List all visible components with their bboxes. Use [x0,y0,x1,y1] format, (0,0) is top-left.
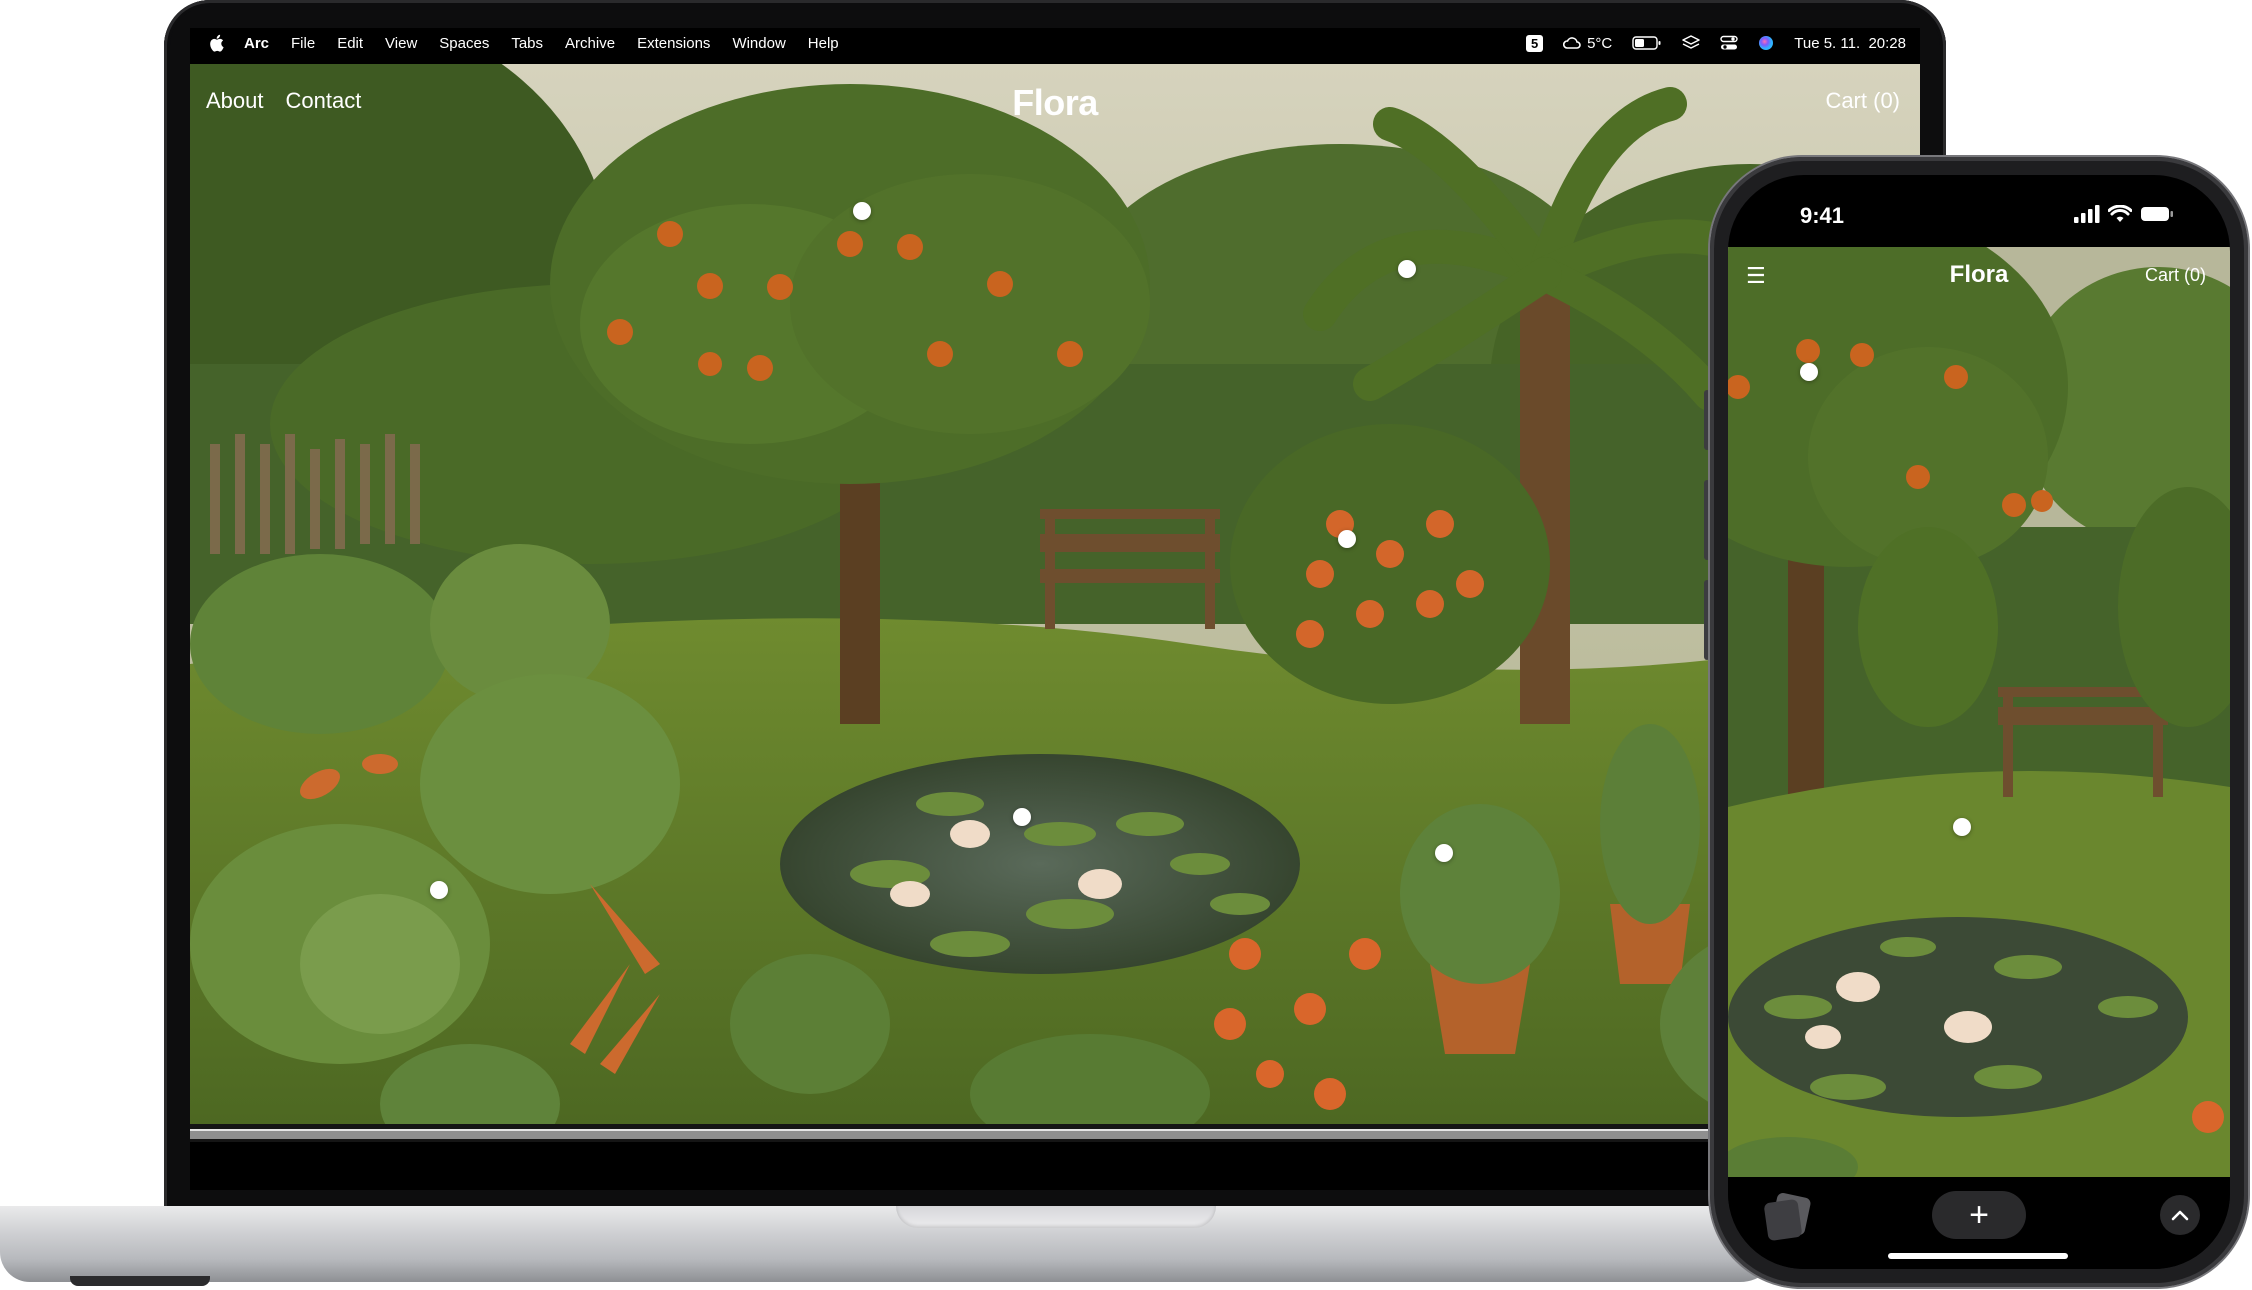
hotspot-palm[interactable] [1398,260,1416,278]
new-tab-button[interactable]: + [1932,1191,2026,1239]
phone-cart-link[interactable]: Cart (0) [2145,265,2206,286]
phone-hotspot-pond[interactable] [1953,818,1971,836]
chevron-up-icon[interactable] [2160,1195,2200,1235]
website-viewport: About Contact Flora Cart (0) [190,64,1920,1124]
control-center-icon[interactable] [1720,35,1738,51]
menu-archive[interactable]: Archive [565,35,615,52]
phone-frame: 9:41 ☰ Flora Cart (0) + [1710,157,2248,1287]
horizontal-scrollbar[interactable] [190,1124,1920,1142]
menu-file[interactable]: File [291,35,315,52]
clock[interactable]: Tue 5. 11. 20:28 [1794,35,1906,52]
hotspot-orange-tree[interactable] [853,202,871,220]
phone-status-bar: 9:41 [1728,175,2230,255]
weather-cloud-icon [1563,37,1581,49]
battery-icon [2141,207,2173,221]
menu-extensions[interactable]: Extensions [637,35,710,52]
siri-icon[interactable] [1758,35,1774,51]
phone-screen: 9:41 ☰ Flora Cart (0) + [1728,175,2230,1269]
laptop-base [0,1206,1780,1286]
dynamic-island [1914,197,2046,237]
hotspot-pond[interactable] [1013,808,1031,826]
phone-garden-illustration [1728,247,2230,1177]
menu-edit[interactable]: Edit [337,35,363,52]
laptop-screen: Arc File Edit View Spaces Tabs Archive E… [190,28,1920,1190]
hotspot-flower-bush[interactable] [1338,530,1356,548]
status-badge[interactable]: 5 [1526,34,1544,52]
phone-hotspot-orange-tree[interactable] [1800,363,1818,381]
menu-window[interactable]: Window [732,35,785,52]
menu-app-name[interactable]: Arc [244,35,269,52]
weather-temp: 5°C [1587,34,1613,52]
hotspot-potted-plant[interactable] [1435,844,1453,862]
battery-icon[interactable] [1632,36,1662,50]
layers-icon[interactable] [1682,35,1700,51]
site-logo[interactable]: Flora [190,82,1920,124]
menu-help[interactable]: Help [808,35,839,52]
garden-illustration [190,64,1920,1124]
wifi-icon [2108,205,2132,222]
menu-tabs[interactable]: Tabs [511,35,543,52]
menu-spaces[interactable]: Spaces [439,35,489,52]
phone-time: 9:41 [1800,203,1845,228]
cart-link[interactable]: Cart (0) [1825,88,1900,114]
home-indicator [1888,1253,2068,1259]
menu-bar: Arc File Edit View Spaces Tabs Archive E… [190,28,1920,58]
weather-widget[interactable]: 5°C [1563,35,1612,52]
phone-website-viewport: ☰ Flora Cart (0) [1728,247,2230,1177]
phone-browser-toolbar: + [1728,1177,2230,1269]
apple-icon[interactable] [208,34,224,52]
menu-view[interactable]: View [385,35,417,52]
tabs-icon[interactable] [1760,1191,1814,1248]
status-area: 5 5°C Tue 5. 11. 20:28 [1526,28,1906,58]
signal-icon [2074,205,2100,223]
hotspot-cabbage[interactable] [430,881,448,899]
